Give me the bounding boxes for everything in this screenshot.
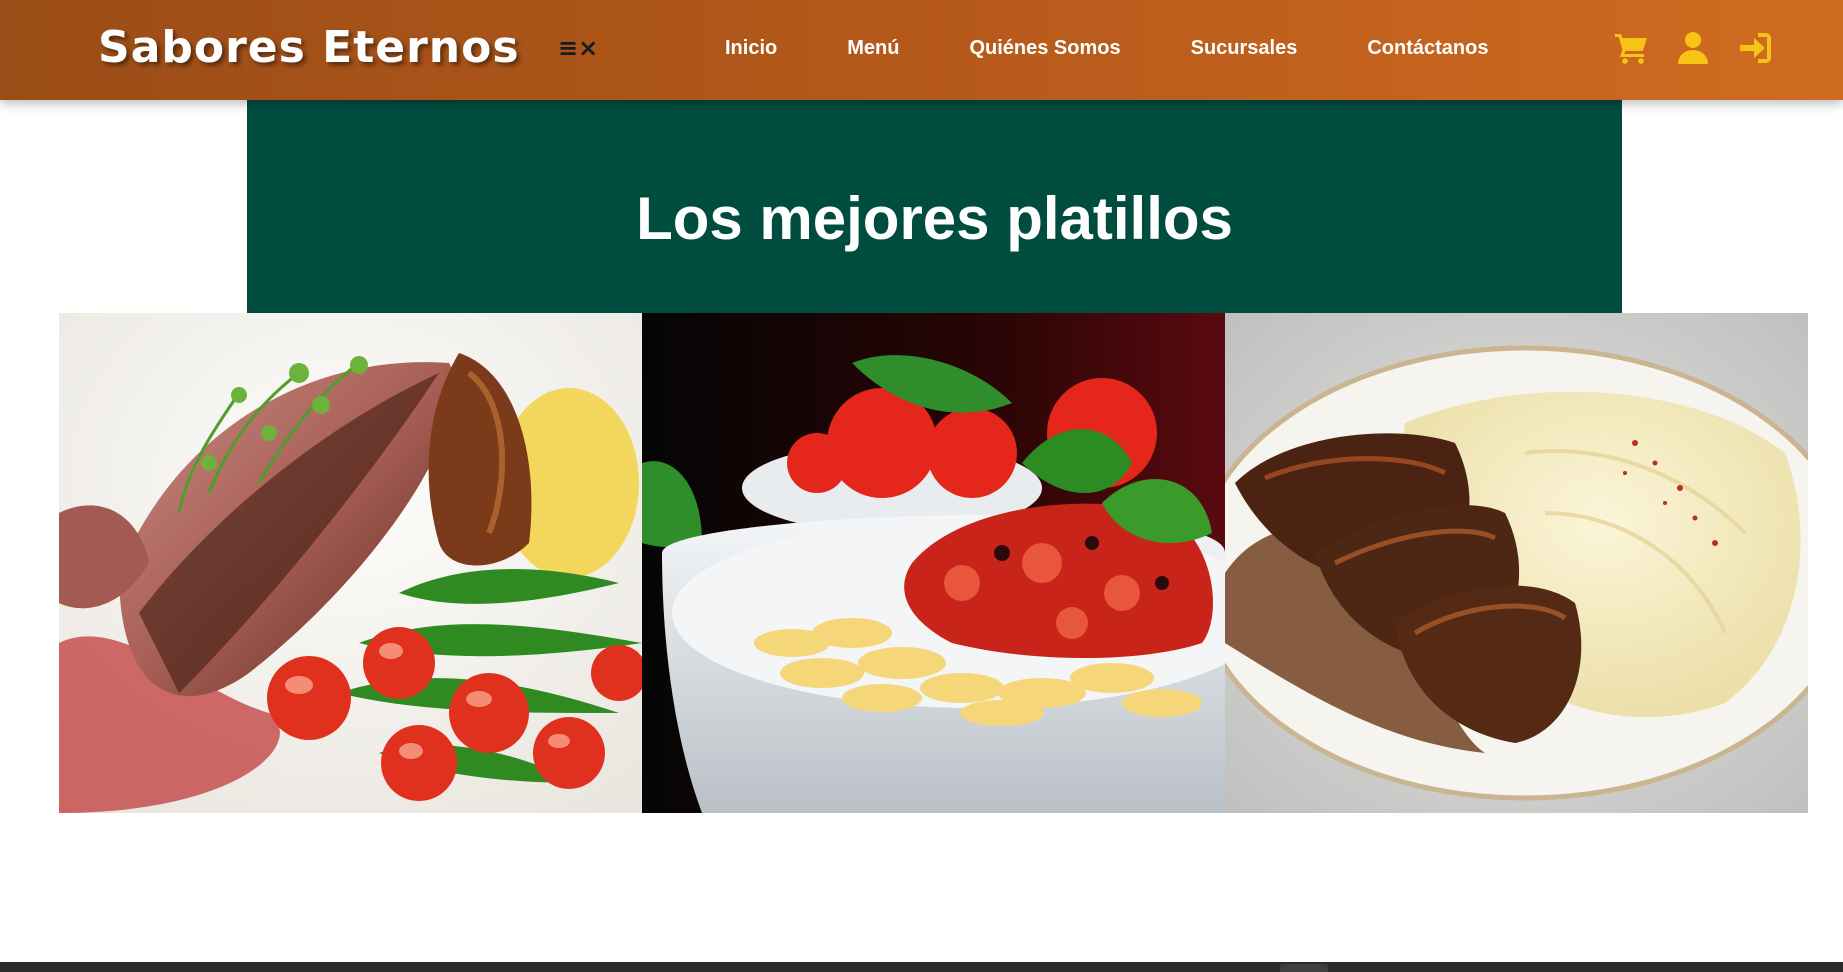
nav-link-inicio[interactable]: Inicio: [725, 36, 777, 60]
nav-icons: [1613, 30, 1773, 66]
nav-link-contactanos[interactable]: Contáctanos: [1367, 36, 1488, 60]
dish-gallery: [59, 313, 1808, 813]
footer-links: Términos y Condiciones | Política de Priva…: [247, 888, 1622, 914]
nav-link-quienes-somos[interactable]: Quiénes Somos: [969, 36, 1120, 60]
copyright-text: © 2024 Creado por NoseXD: [791, 922, 1005, 941]
gallery-image-beef: [1225, 313, 1808, 813]
footer-separator: |: [942, 891, 947, 911]
sign-in-icon[interactable]: [1737, 30, 1773, 66]
menu-toggle-icon[interactable]: ≡×: [558, 36, 598, 60]
hero-title: Los mejores platillos: [636, 185, 1233, 252]
copyright: © 2024 Creado por NoseXD UTEPSA: [247, 920, 1622, 944]
utepsa-link[interactable]: UTEPSA: [1009, 922, 1077, 941]
main-nav: Inicio Menú Quiénes Somos Sucursales Con…: [725, 36, 1558, 60]
scrollbar-thumb[interactable]: [1280, 964, 1328, 972]
nav-link-sucursales[interactable]: Sucursales: [1191, 36, 1298, 60]
cart-icon[interactable]: [1613, 30, 1649, 66]
gallery-image-pasta: [642, 313, 1225, 813]
bottom-scrollbar: [0, 962, 1843, 972]
navbar: Sabores Eternos ≡× Inicio Menú Quiénes S…: [0, 0, 1843, 100]
privacy-link[interactable]: Política de Privacidad: [971, 891, 1144, 911]
nav-link-menu[interactable]: Menú: [847, 36, 899, 60]
terms-link[interactable]: Términos y Condiciones: [725, 891, 918, 911]
user-icon[interactable]: [1675, 30, 1711, 66]
brand-logo[interactable]: Sabores Eternos: [98, 22, 520, 73]
gallery-image-duck: [59, 313, 642, 813]
